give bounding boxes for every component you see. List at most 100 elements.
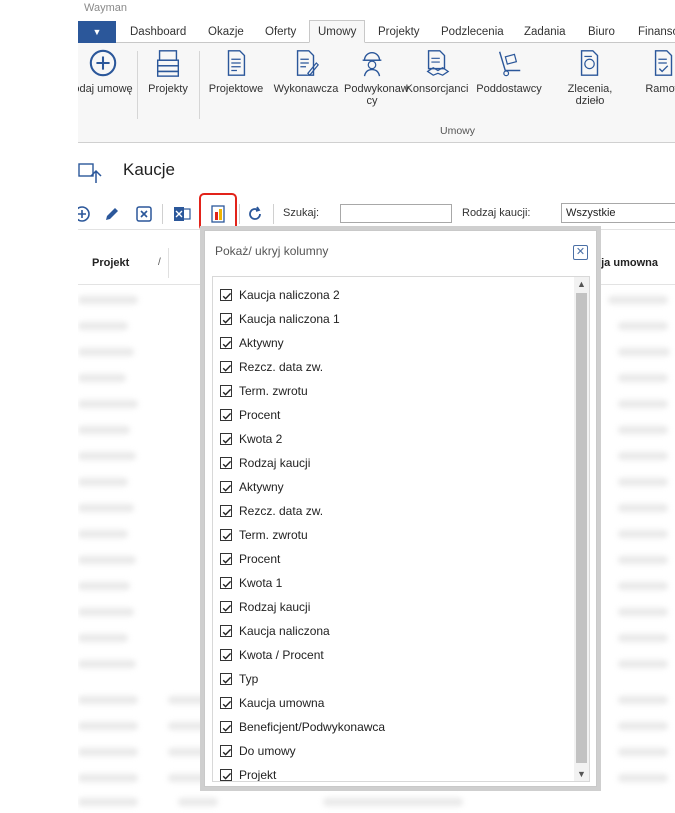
column-item-label: Aktywny <box>239 480 284 494</box>
column-checkbox-item[interactable]: Term. zwrotu <box>213 525 575 549</box>
add-icon[interactable] <box>78 204 92 224</box>
column-item-label: Term. zwrotu <box>239 384 308 398</box>
search-input[interactable] <box>340 204 452 223</box>
checkbox-checked-icon[interactable] <box>220 721 232 733</box>
checkbox-checked-icon[interactable] <box>220 769 232 781</box>
ramowe-button[interactable]: Ramow <box>634 47 675 95</box>
handshake-document-icon <box>426 50 450 76</box>
checkbox-checked-icon[interactable] <box>220 385 232 397</box>
checkbox-checked-icon[interactable] <box>220 529 232 541</box>
checkbox-checked-icon[interactable] <box>220 697 232 709</box>
column-checkbox-item[interactable]: Typ <box>213 669 575 693</box>
column-checkbox-item[interactable]: Beneficjent/Podwykonawca <box>213 717 575 741</box>
column-header-kaucja-umowna[interactable]: cja umowna <box>595 257 658 269</box>
checkbox-checked-icon[interactable] <box>220 673 232 685</box>
wykonawcza-button[interactable]: Wykonawcza <box>271 47 341 95</box>
deposit-type-select[interactable]: Wszystkie <box>561 203 675 223</box>
tab-umowy[interactable]: Umowy <box>309 20 366 43</box>
column-checkbox-item[interactable]: Kwota / Procent <box>213 645 575 669</box>
tab-zadania[interactable]: Zadania <box>524 21 566 43</box>
blurred-row <box>78 296 138 304</box>
column-checkbox-item[interactable]: Rodzaj kaucji <box>213 597 575 621</box>
checkbox-checked-icon[interactable] <box>220 625 232 637</box>
checkbox-checked-icon[interactable] <box>220 313 232 325</box>
checkbox-checked-icon[interactable] <box>220 553 232 565</box>
column-checkbox-item[interactable]: Kaucja naliczona <box>213 621 575 645</box>
checkbox-checked-icon[interactable] <box>220 481 232 493</box>
column-header-projekt[interactable]: Projekt <box>92 257 129 269</box>
checkbox-checked-icon[interactable] <box>220 457 232 469</box>
column-checkbox-item[interactable]: Aktywny <box>213 477 575 501</box>
column-item-label: Kaucja umowna <box>239 696 325 710</box>
checkbox-checked-icon[interactable] <box>220 505 232 517</box>
column-checkbox-item[interactable]: Procent <box>213 405 575 429</box>
column-checkbox-item[interactable]: Kwota 1 <box>213 573 575 597</box>
column-checkbox-item[interactable]: Procent <box>213 549 575 573</box>
konsorcjanci-button[interactable]: Konsorcjanci <box>404 47 470 95</box>
tab-oferty[interactable]: Oferty <box>265 21 296 43</box>
checkbox-checked-icon[interactable] <box>220 361 232 373</box>
column-checkbox-item[interactable]: Kaucja naliczona 2 <box>213 285 575 309</box>
blurred-row <box>618 556 668 564</box>
edit-pencil-icon[interactable] <box>102 204 122 224</box>
scroll-down-icon[interactable]: ▼ <box>574 767 589 781</box>
blurred-row <box>618 374 668 382</box>
delete-icon[interactable] <box>134 204 154 224</box>
column-item-label: Kwota / Procent <box>239 648 324 662</box>
checkbox-checked-icon[interactable] <box>220 649 232 661</box>
checkbox-checked-icon[interactable] <box>220 289 232 301</box>
vertical-scrollbar[interactable]: ▲ ▼ <box>574 277 589 781</box>
projektowe-button[interactable]: Projektowe <box>205 47 267 95</box>
blurred-row <box>78 478 128 486</box>
column-item-label: Kaucja naliczona 1 <box>239 312 340 326</box>
checkbox-checked-icon[interactable] <box>220 601 232 613</box>
blurred-row <box>78 774 138 782</box>
left-margin <box>0 0 78 813</box>
projekty-button[interactable]: Projekty <box>142 47 194 95</box>
column-checkbox-item[interactable]: Rezcz. data zw. <box>213 357 575 381</box>
checkbox-checked-icon[interactable] <box>220 433 232 445</box>
column-checkbox-item[interactable]: Kaucja umowna <box>213 693 575 717</box>
column-checkbox-item[interactable]: Rodzaj kaucji <box>213 453 575 477</box>
document-check-icon <box>654 50 673 76</box>
column-checkbox-item[interactable]: Do umowy <box>213 741 575 765</box>
column-checkbox-item[interactable]: Projekt <box>213 765 575 781</box>
checkbox-checked-icon[interactable] <box>220 337 232 349</box>
column-checkbox-item[interactable]: Kwota 2 <box>213 429 575 453</box>
column-checkbox-item[interactable]: Rezcz. data zw. <box>213 501 575 525</box>
document-seal-icon <box>580 50 599 76</box>
column-item-label: Aktywny <box>239 336 284 350</box>
column-checkbox-item[interactable]: Aktywny <box>213 333 575 357</box>
zlecenia-button[interactable]: Zlecenia, dzieło <box>558 47 622 107</box>
add-contract-button[interactable]: odaj umowę <box>78 47 134 95</box>
scroll-up-icon[interactable]: ▲ <box>574 277 589 291</box>
podwykonawcy-button[interactable]: Podwykonaw cy <box>344 47 409 107</box>
file-menu-button[interactable]: ▼ <box>78 21 116 43</box>
tab-biuro[interactable]: Biuro <box>588 21 615 43</box>
column-checkbox-item[interactable]: Term. zwrotu <box>213 381 575 405</box>
scrollbar-thumb[interactable] <box>576 293 587 763</box>
tab-finanse[interactable]: Finanso <box>638 21 675 43</box>
blurred-row <box>618 722 668 730</box>
checkbox-checked-icon[interactable] <box>220 409 232 421</box>
poddostawcy-button[interactable]: Poddostawcy <box>473 47 545 95</box>
blurred-row <box>168 748 208 756</box>
column-checkbox-item[interactable]: Kaucja naliczona 1 <box>213 309 575 333</box>
stack-documents-icon <box>156 50 180 77</box>
checkbox-checked-icon[interactable] <box>220 577 232 589</box>
checkbox-checked-icon[interactable] <box>220 745 232 757</box>
page-title: Kaucje <box>123 160 175 179</box>
tab-podzlecenia[interactable]: Podzlecenia <box>441 21 504 43</box>
tab-okazje[interactable]: Okazje <box>208 21 244 43</box>
blurred-row <box>618 504 668 512</box>
column-item-label: Kwota 2 <box>239 432 283 446</box>
close-icon[interactable]: ✕ <box>573 245 588 260</box>
blurred-row <box>78 722 138 730</box>
blurred-row <box>168 722 208 730</box>
tab-projekty[interactable]: Projekty <box>378 21 420 43</box>
excel-export-icon[interactable] <box>172 204 192 224</box>
worker-helmet-icon <box>362 52 382 77</box>
refresh-icon[interactable] <box>245 204 265 224</box>
tab-dashboard[interactable]: Dashboard <box>130 21 186 43</box>
blurred-row <box>618 530 668 538</box>
